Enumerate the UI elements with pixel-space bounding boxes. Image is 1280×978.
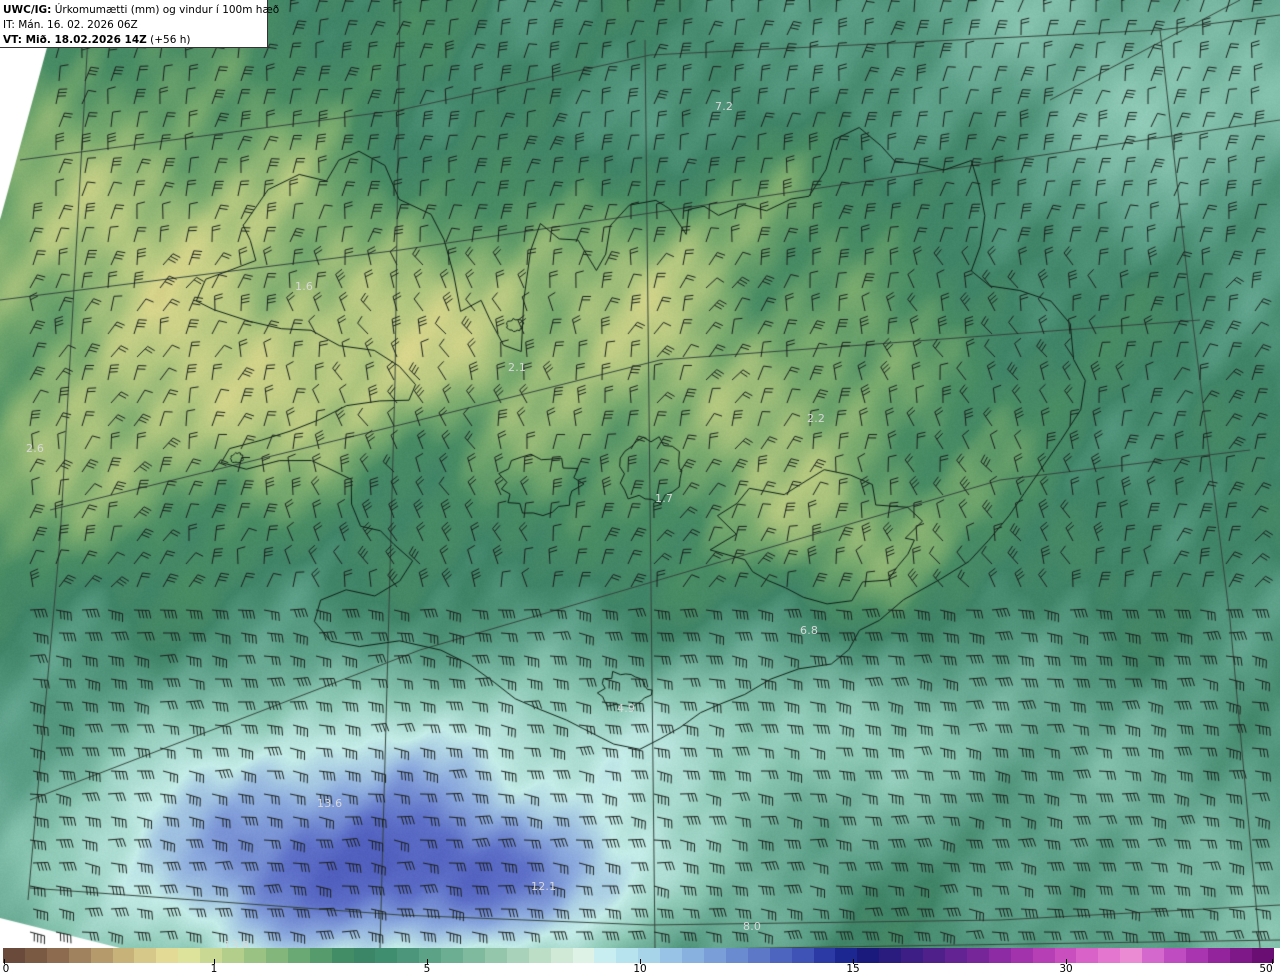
colorbar-segment xyxy=(791,948,814,963)
colorbar-segment xyxy=(1076,948,1099,963)
colorbar-segment xyxy=(1251,948,1274,963)
colorbar-segment xyxy=(528,948,551,963)
colorbar-segment xyxy=(68,948,91,963)
colorbar-tick-label: 5 xyxy=(423,963,431,975)
colorbar-strip xyxy=(3,948,1274,963)
colorbar-tick-label: 30 xyxy=(1059,963,1073,975)
colorbar-segment xyxy=(46,948,69,963)
colorbar-segment xyxy=(243,948,266,963)
product-title: Úrkomumætti (mm) og vindur í 100m hæð xyxy=(54,4,280,16)
colorbar-segment xyxy=(134,948,157,963)
colorbar-segment xyxy=(944,948,967,963)
colorbar-segment xyxy=(1185,948,1208,963)
colorbar-segment xyxy=(901,948,924,963)
colorbar-segment xyxy=(200,948,223,963)
colorbar-segment xyxy=(90,948,113,963)
colorbar-segment xyxy=(572,948,595,963)
initial-time: IT: Mán. 16. 02. 2026 06Z xyxy=(3,19,138,31)
colorbar-segment xyxy=(879,948,902,963)
colorbar-tick-label: 1 xyxy=(210,963,218,975)
map-value-label: 2.6 xyxy=(26,442,45,455)
colorbar-segment xyxy=(682,948,704,963)
colorbar-segment xyxy=(550,948,573,963)
colorbar-segment xyxy=(1142,948,1165,963)
colorbar-segment xyxy=(265,948,288,963)
colorbar-tick-label: 10 xyxy=(633,963,647,975)
map-value-label: 2.1 xyxy=(508,361,527,374)
valid-time-line: VT: Mið. 18.02.2026 14Z (+56 h) xyxy=(3,33,267,48)
colorbar-segment xyxy=(353,948,376,963)
colorbar-segment xyxy=(375,948,398,963)
colorbar-segment xyxy=(1164,948,1186,963)
precipitation-wind-map[interactable] xyxy=(0,0,1280,948)
colorbar-segment xyxy=(3,948,25,963)
map-value-label: 4.9 xyxy=(617,702,636,715)
colorbar-segment xyxy=(1120,948,1143,963)
model-label: UWC/IG: xyxy=(3,4,52,16)
map-value-label: 7.2 xyxy=(715,100,734,113)
map-value-label: 1.7 xyxy=(655,492,674,505)
colorbar-segment xyxy=(397,948,420,963)
colorbar-segment xyxy=(287,948,310,963)
map-info-box: UWC/IG: Úrkomumætti (mm) og vindur í 100… xyxy=(0,0,279,48)
colorbar-segment xyxy=(309,948,332,963)
title-line: UWC/IG: Úrkomumætti (mm) og vindur í 100… xyxy=(3,3,279,18)
colorbar-segment xyxy=(156,948,179,963)
colorbar-segment xyxy=(1098,948,1121,963)
colorbar-segment xyxy=(769,948,792,963)
map-value-label: 6.8 xyxy=(800,624,819,637)
colorbar-segment xyxy=(222,948,244,963)
valid-time: VT: Mið. 18.02.2026 14Z xyxy=(3,34,147,46)
colorbar-segment xyxy=(594,948,617,963)
map-value-label: 2.2 xyxy=(807,412,826,425)
colorbar-segment xyxy=(1010,948,1033,963)
map-value-label: 1.6 xyxy=(295,280,314,293)
colorbar-segment xyxy=(747,948,770,963)
colorbar-segment xyxy=(1229,948,1252,963)
colorbar-segment xyxy=(923,948,945,963)
map-value-label: 12.1 xyxy=(531,880,557,893)
colorbar-segment xyxy=(441,948,464,963)
colorbar-segment xyxy=(484,948,507,963)
colorbar-segment xyxy=(835,948,858,963)
colorbar-tick-label: 15 xyxy=(846,963,860,975)
colorbar-segment xyxy=(24,948,47,963)
colorbar-tick-label: 50 xyxy=(1259,963,1273,975)
colorbar-segment xyxy=(1032,948,1055,963)
colorbar-segment xyxy=(704,948,726,963)
colorbar-segment xyxy=(419,948,442,963)
colorbar-segment xyxy=(660,948,683,963)
colorbar: 0 1 5 10 15 30 50 xyxy=(0,948,1280,978)
map-value-label: 13.6 xyxy=(317,797,343,810)
colorbar-segment xyxy=(988,948,1011,963)
colorbar-tick-label: 0 xyxy=(2,963,10,975)
lead-time: (+56 h) xyxy=(150,34,191,46)
colorbar-segment xyxy=(463,948,485,963)
colorbar-segment xyxy=(638,948,661,963)
map-value-label: 8.0 xyxy=(743,920,762,933)
colorbar-segment xyxy=(857,948,880,963)
colorbar-segment xyxy=(112,948,135,963)
colorbar-segment xyxy=(506,948,529,963)
colorbar-segment xyxy=(1207,948,1230,963)
colorbar-segment xyxy=(331,948,354,963)
colorbar-segment xyxy=(966,948,989,963)
colorbar-segment xyxy=(616,948,639,963)
colorbar-segment xyxy=(178,948,201,963)
colorbar-segment xyxy=(813,948,836,963)
colorbar-segment xyxy=(725,948,748,963)
